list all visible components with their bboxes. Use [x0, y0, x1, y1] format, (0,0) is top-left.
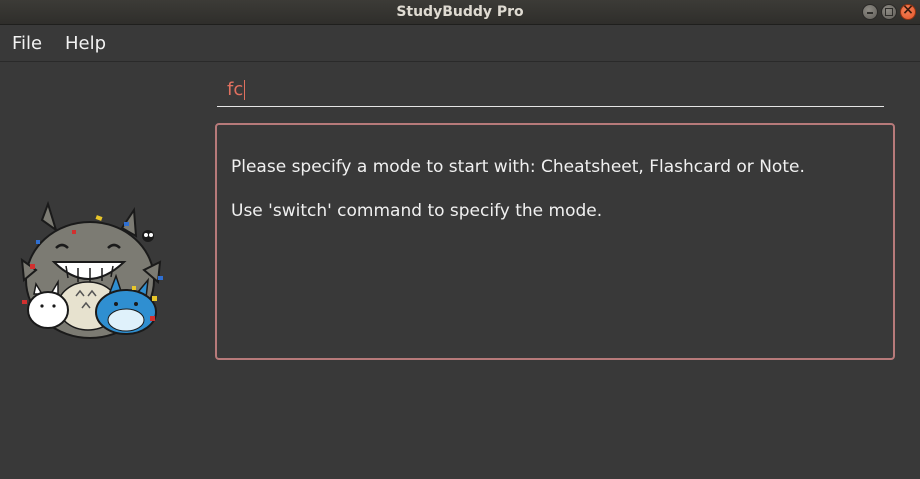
menu-file[interactable]: File	[12, 33, 42, 54]
menu-bar: File Help	[0, 25, 920, 62]
minimize-button[interactable]	[862, 4, 878, 20]
menu-help[interactable]: Help	[65, 33, 106, 54]
text-caret	[244, 80, 245, 100]
close-button[interactable]	[900, 2, 916, 20]
totoro-mascot-image	[20, 200, 163, 339]
window-controls	[862, 2, 916, 20]
title-bar: StudyBuddy Pro	[0, 0, 920, 25]
result-display[interactable]: Please specify a mode to start with: Che…	[215, 123, 895, 360]
command-box[interactable]: fc	[217, 72, 884, 107]
result-line-2: Use 'switch' command to specify the mode…	[231, 201, 603, 221]
maximize-button[interactable]	[881, 4, 897, 20]
result-text: Please specify a mode to start with: Che…	[231, 134, 883, 244]
result-line-1: Please specify a mode to start with: Che…	[231, 157, 805, 177]
window-title: StudyBuddy Pro	[396, 4, 524, 20]
command-input[interactable]: fc	[227, 78, 243, 102]
